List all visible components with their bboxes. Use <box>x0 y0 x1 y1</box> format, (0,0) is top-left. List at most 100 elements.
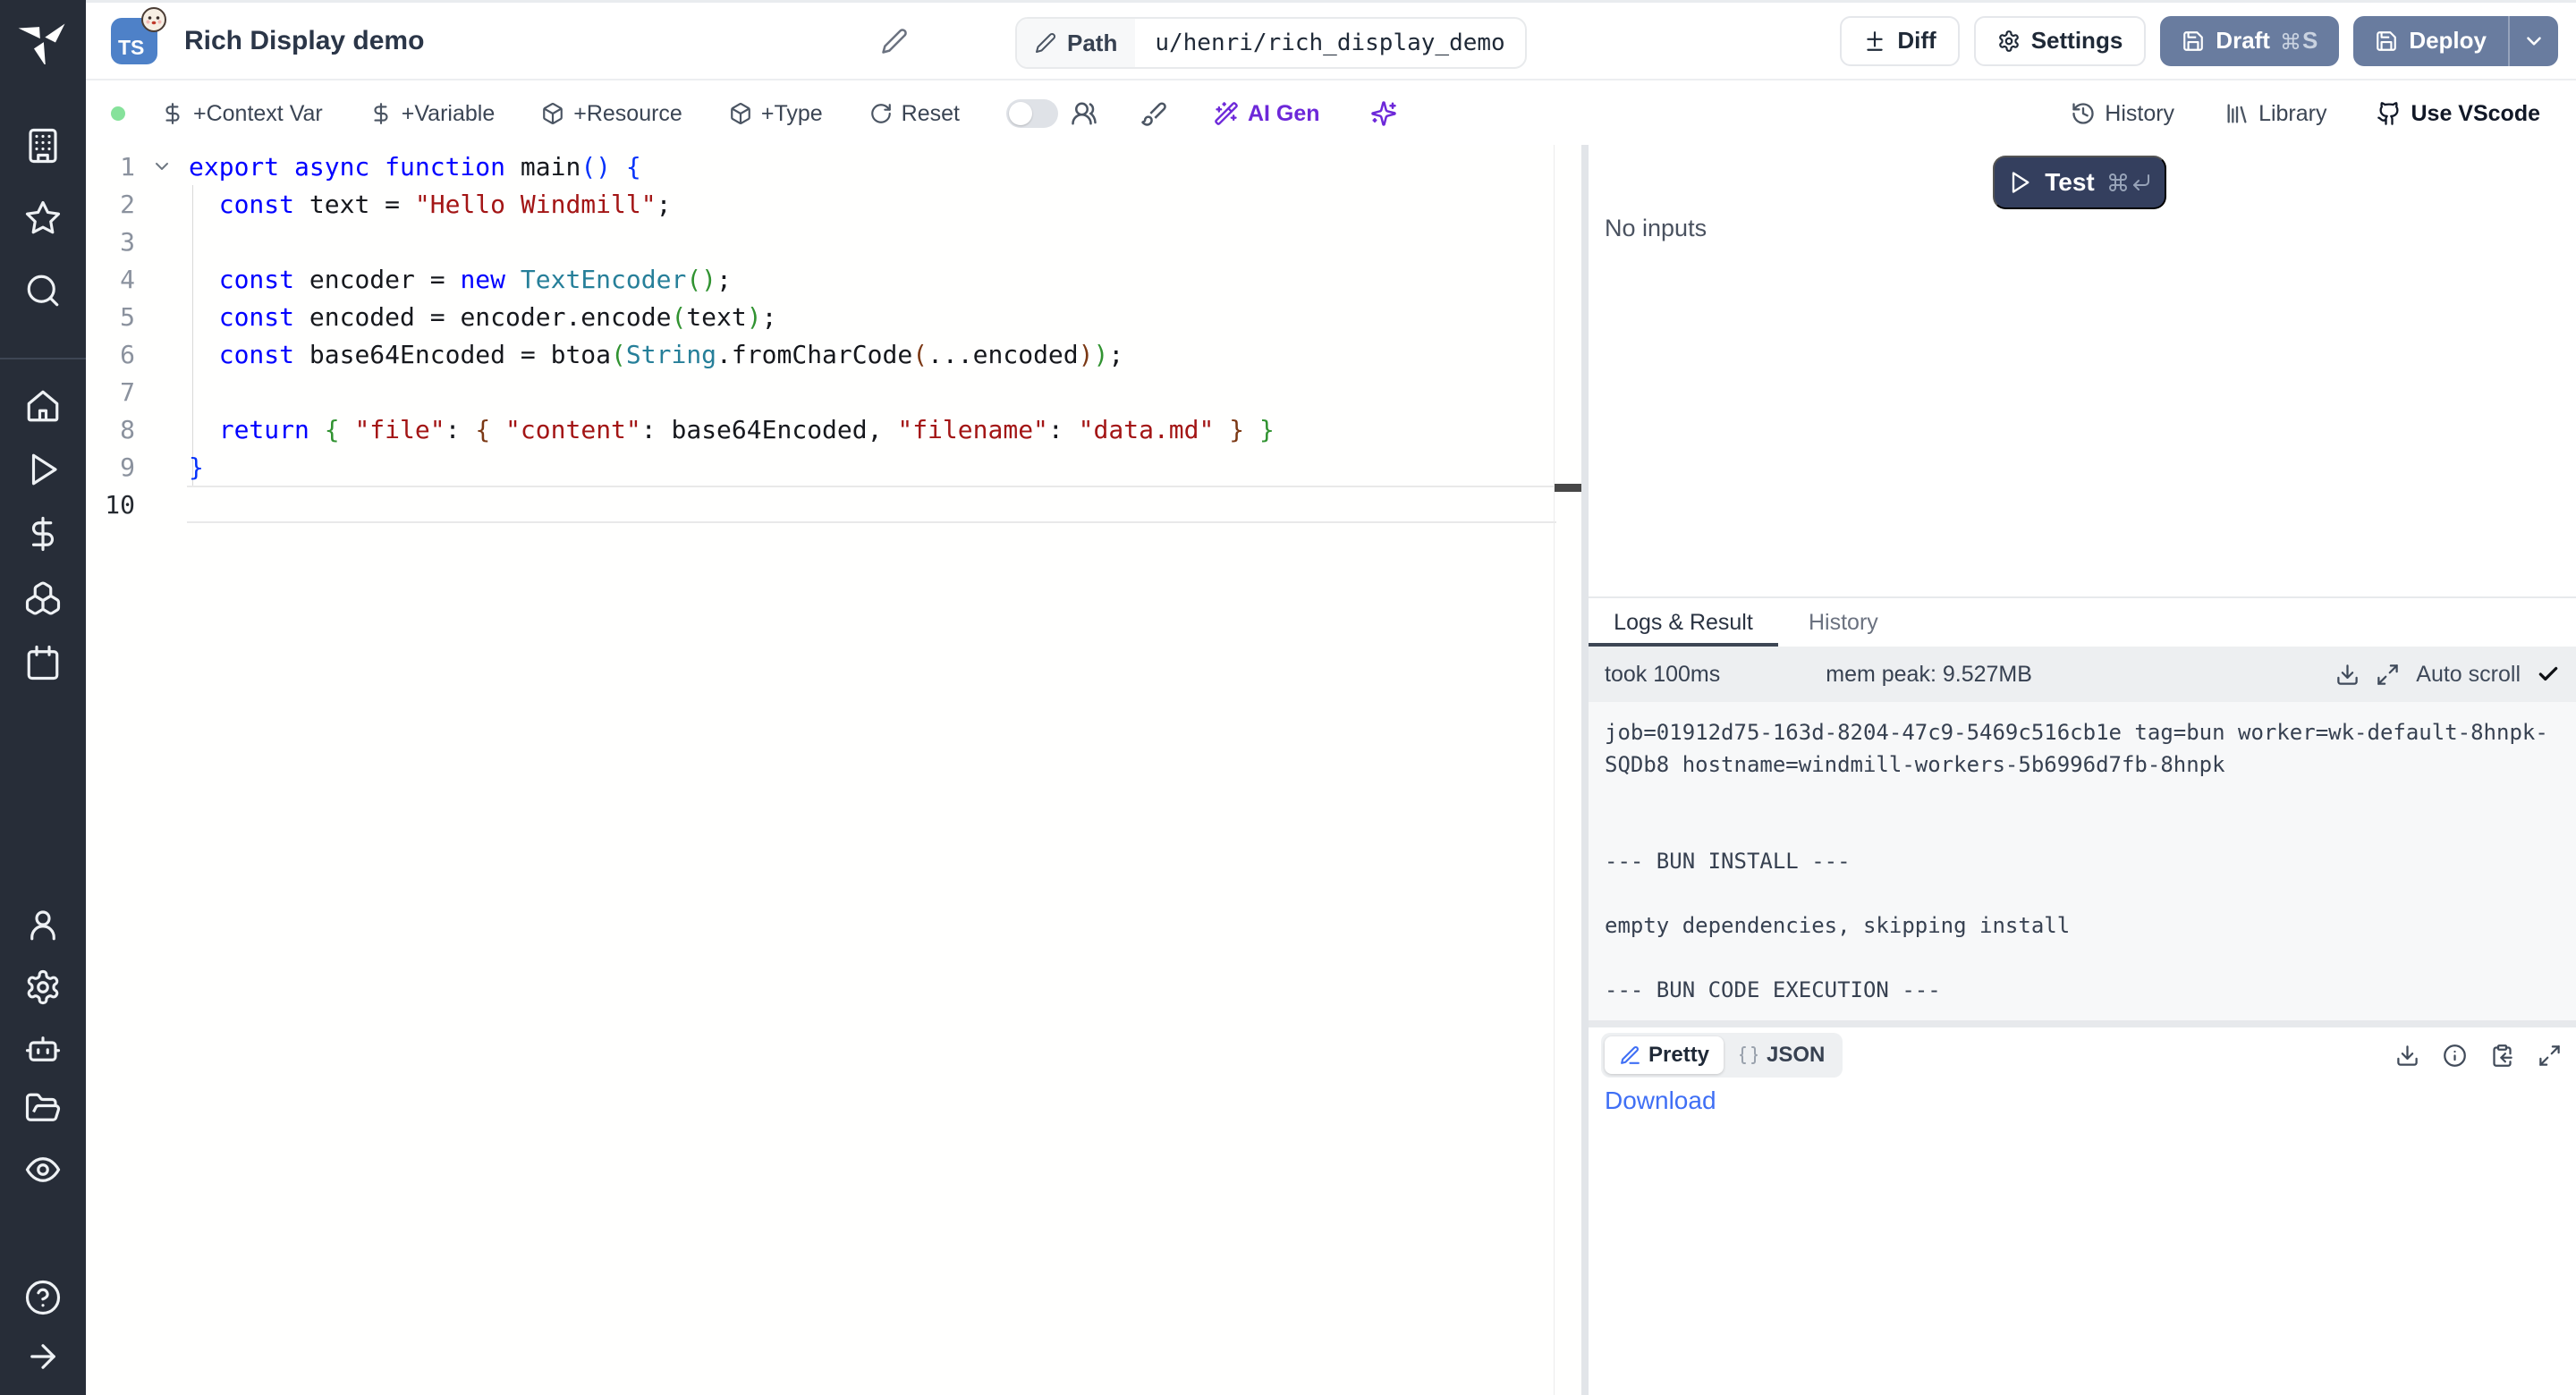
windmill-logo-icon[interactable] <box>18 14 68 64</box>
code-line[interactable]: 10 <box>86 486 1581 523</box>
code-lines: 1export async function main() {2 const t… <box>86 145 1581 523</box>
home-icon[interactable] <box>24 387 62 425</box>
users-person-icon[interactable] <box>24 906 62 943</box>
ai-gen-label: AI Gen <box>1248 101 1320 127</box>
code-text: export async function main() { <box>189 152 641 182</box>
sidebar <box>0 0 86 1395</box>
code-line[interactable]: 8 return { "file": { "content": base64En… <box>86 410 1581 448</box>
tab-logs-result[interactable]: Logs & Result <box>1589 598 1778 647</box>
test-button[interactable]: Test <box>1993 156 2166 209</box>
command-key-icon <box>2107 172 2129 193</box>
settings-button-label: Settings <box>2031 27 2123 55</box>
history-clock-icon <box>2071 101 2096 126</box>
use-vscode-button[interactable]: Use VScode <box>2377 101 2540 127</box>
search-icon[interactable] <box>24 272 62 309</box>
play-icon <box>2007 170 2032 195</box>
history-button[interactable]: History <box>2071 101 2174 127</box>
expand-logs-icon[interactable] <box>2376 663 2400 687</box>
collapse-arrow-right-icon[interactable] <box>24 1338 62 1375</box>
code-text: const encoded = encoder.encode(text); <box>189 302 776 332</box>
add-context-var-button[interactable]: +Context Var <box>161 101 323 127</box>
code-line[interactable]: 4 const encoder = new TextEncoder(); <box>86 260 1581 298</box>
library-button[interactable]: Library <box>2224 101 2326 127</box>
pencil-icon <box>1035 32 1056 54</box>
workers-bot-icon[interactable] <box>24 1030 62 1068</box>
reset-button[interactable]: Reset <box>869 101 960 127</box>
path-control[interactable]: Path u/henri/rich_display_demo <box>1015 17 1527 69</box>
tab-history[interactable]: History <box>1778 598 1909 647</box>
add-variable-button[interactable]: +Variable <box>369 101 495 127</box>
use-vscode-label: Use VScode <box>2411 101 2540 127</box>
diff-mode-toggle[interactable] <box>1006 99 1058 128</box>
result-toolbar: Pretty JSON <box>1589 1027 2576 1078</box>
check-icon[interactable] <box>2537 663 2560 686</box>
code-line[interactable]: 9} <box>86 448 1581 486</box>
chevron-down-icon <box>2522 30 2546 53</box>
logs-text[interactable]: job=01912d75-163d-8204-47c9-5469c516cb1e… <box>1589 702 2576 1020</box>
runs-play-icon[interactable] <box>24 451 62 488</box>
expand-result-icon[interactable] <box>2538 1044 2562 1068</box>
edit-summary-pencil-icon[interactable] <box>881 28 908 55</box>
right-panel: Test No inputs Logs & Result History too… <box>1589 145 2576 1395</box>
code-line[interactable]: 2 const text = "Hello Windmill"; <box>86 185 1581 223</box>
help-icon[interactable] <box>24 1279 62 1316</box>
deploy-menu-button[interactable] <box>2510 16 2558 66</box>
settings-button[interactable]: Settings <box>1974 16 2147 66</box>
code-text: } <box>189 452 204 482</box>
code-line[interactable]: 7 <box>86 373 1581 410</box>
enter-key-icon <box>2131 172 2152 193</box>
windmill-app: TS Rich Display demo Path u/henri/rich_d… <box>0 0 2576 1395</box>
test-button-label: Test <box>2045 168 2095 197</box>
job-duration: took 100ms <box>1605 662 1720 688</box>
code-line[interactable]: 1export async function main() { <box>86 148 1581 185</box>
favorites-star-icon[interactable] <box>24 199 62 237</box>
path-edit-segment[interactable]: Path <box>1017 19 1135 67</box>
code-line[interactable]: 5 const encoded = encoder.encode(text); <box>86 298 1581 335</box>
draft-button[interactable]: Draft S <box>2160 16 2339 66</box>
download-result-icon[interactable] <box>2395 1044 2419 1068</box>
code-line[interactable]: 6 const base64Encoded = btoa(String.from… <box>86 335 1581 373</box>
result-resize-handle[interactable] <box>1589 1020 2576 1027</box>
path-value[interactable]: u/henri/rich_display_demo <box>1135 19 1524 67</box>
schedules-calendar-icon[interactable] <box>24 644 62 681</box>
diff-button[interactable]: Diff <box>1840 16 1959 66</box>
line-number: 10 <box>86 490 135 520</box>
fold-chevron-icon[interactable] <box>135 156 189 177</box>
users-icon[interactable] <box>1071 100 1097 127</box>
panel-resize-handle[interactable] <box>1581 145 1589 1395</box>
result-section: Pretty JSON Download <box>1589 1027 2576 1395</box>
copy-clipboard-icon[interactable] <box>2490 1044 2514 1068</box>
folders-icon[interactable] <box>24 1090 62 1128</box>
add-type-button[interactable]: +Type <box>729 101 823 127</box>
ai-gen-button[interactable]: AI Gen <box>1214 101 1320 127</box>
variables-dollar-icon[interactable] <box>24 515 62 553</box>
package-icon <box>541 102 564 125</box>
download-result-link[interactable]: Download <box>1605 1086 1716 1115</box>
sparkles-icon[interactable] <box>1370 100 1397 127</box>
line-number: 2 <box>86 190 135 219</box>
audit-eye-icon[interactable] <box>24 1151 62 1188</box>
format-brush-icon[interactable] <box>1140 100 1167 127</box>
code-text: const encoder = new TextEncoder(); <box>189 265 732 294</box>
line-number: 4 <box>86 265 135 294</box>
typescript-badge: TS <box>111 18 157 64</box>
add-resource-button[interactable]: +Resource <box>541 101 682 127</box>
pretty-view-label: Pretty <box>1648 1043 1709 1068</box>
workspace-building-icon[interactable] <box>24 127 62 165</box>
download-logs-icon[interactable] <box>2335 663 2360 687</box>
github-icon <box>2377 101 2402 126</box>
deploy-button[interactable]: Deploy <box>2353 16 2508 66</box>
resources-boxes-icon[interactable] <box>24 579 62 617</box>
sidebar-divider <box>0 358 86 359</box>
pretty-view-button[interactable]: Pretty <box>1605 1036 1724 1074</box>
info-icon[interactable] <box>2443 1044 2467 1068</box>
pen-icon <box>1619 1044 1641 1067</box>
code-line[interactable]: 3 <box>86 223 1581 260</box>
dollar-icon <box>161 102 184 125</box>
code-editor[interactable]: 1export async function main() {2 const t… <box>86 145 1581 1395</box>
magic-wand-icon <box>1214 101 1239 126</box>
json-view-label: JSON <box>1767 1043 1825 1068</box>
json-view-button[interactable]: JSON <box>1724 1036 1839 1074</box>
auto-scroll-label[interactable]: Auto scroll <box>2416 662 2521 688</box>
settings-gear-icon[interactable] <box>24 968 62 1006</box>
